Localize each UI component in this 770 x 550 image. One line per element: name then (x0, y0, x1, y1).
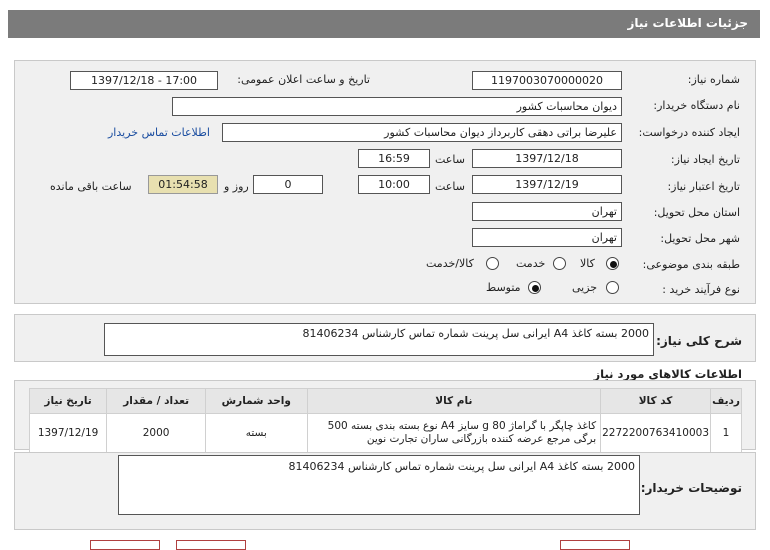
col-date-header: تاریخ نیاز (28, 388, 108, 414)
summary-field[interactable]: 2000 بسته کاغذ A4 ایرانی سل پرینت شماره … (104, 323, 654, 356)
city-label: شهر محل تحویل: (660, 232, 740, 245)
validity-days-field[interactable]: 0 (253, 175, 323, 194)
col-code-header: کد کالا (600, 388, 712, 414)
need-number-label: شماره نیاز: (687, 73, 740, 86)
validity-date-field[interactable]: 1397/12/19 (472, 175, 622, 194)
category-label: طبقه بندی موضوعی: (642, 258, 740, 271)
category-goods-label: کالا (580, 257, 595, 270)
purchase-type-label: نوع فرآیند خرید : (662, 283, 740, 296)
buyer-org-field[interactable]: دیوان محاسبات کشور (172, 97, 622, 116)
requester-label: ایجاد کننده درخواست: (638, 126, 740, 139)
created-time-field[interactable]: 16:59 (358, 149, 430, 168)
province-field[interactable]: تهران (472, 202, 622, 221)
category-goods-service-radio[interactable] (486, 257, 499, 270)
cell-unit: بسته (205, 413, 308, 453)
items-header-row: ردیف کد کالا نام کالا واحد شمارش تعداد /… (28, 388, 742, 414)
col-name-header: نام کالا (306, 388, 602, 414)
action-button[interactable] (176, 540, 246, 550)
created-date-field[interactable]: 1397/12/18 (472, 149, 622, 168)
validity-time-label: ساعت (435, 180, 465, 193)
page-title: جزئیات اطلاعات نیاز (8, 10, 760, 38)
remaining-time-label: ساعت باقی مانده (50, 180, 132, 193)
category-goods-radio[interactable] (606, 257, 619, 270)
category-service-label: خدمت (516, 257, 546, 270)
buyer-notes-field[interactable]: 2000 بسته کاغذ A4 ایرانی سل پرینت شماره … (118, 455, 640, 515)
city-field[interactable]: تهران (472, 228, 622, 247)
table-row: 1 2272200763410003 کاغذ چاپگر با گراماژ … (28, 413, 742, 453)
purchase-medium-radio[interactable] (528, 281, 541, 294)
days-label: روز و (224, 180, 249, 193)
category-service-radio[interactable] (553, 257, 566, 270)
purchase-minor-radio[interactable] (606, 281, 619, 294)
items-table: ردیف کد کالا نام کالا واحد شمارش تعداد /… (28, 388, 742, 453)
cell-date: 1397/12/19 (28, 413, 108, 453)
items-heading: اطلاعات کالاهای مورد نیاز (593, 367, 742, 381)
summary-label: شرح کلی نیاز: (656, 334, 742, 348)
announce-datetime-label: تاریخ و ساعت اعلان عمومی: (237, 73, 370, 86)
buyer-org-label: نام دستگاه خریدار: (653, 99, 740, 112)
title-bar: جزئیات اطلاعات نیاز (0, 0, 770, 40)
category-goods-service-label: کالا/خدمت (426, 257, 474, 270)
announce-datetime-field[interactable]: 1397/12/18 - 17:00 (70, 71, 218, 90)
cell-qty: 2000 (106, 413, 207, 453)
purchase-medium-label: متوسط (486, 281, 521, 294)
buyer-contact-link[interactable]: اطلاعات تماس خریدار (108, 126, 210, 139)
remaining-time-field: 01:54:58 (148, 175, 218, 194)
requester-field[interactable]: علیرضا براتی دهقی کاربرداز دیوان محاسبات… (222, 123, 622, 142)
col-unit-header: واحد شمارش (205, 388, 308, 414)
return-button[interactable] (90, 540, 160, 550)
cell-code: 2272200763410003 (600, 413, 712, 453)
validity-time-field[interactable]: 10:00 (358, 175, 430, 194)
need-number-field[interactable]: 1197003070000020 (472, 71, 622, 90)
buyer-notes-label: توضیحات خریدار: (640, 481, 742, 495)
col-row-header: ردیف (710, 388, 742, 414)
province-label: استان محل تحویل: (653, 206, 740, 219)
created-time-label: ساعت (435, 153, 465, 166)
cell-name: کاغذ چاپگر با گراماژ g 80 سایز A4 نوع بس… (306, 413, 602, 453)
col-qty-header: تعداد / مقدار (106, 388, 207, 414)
print-button[interactable] (560, 540, 630, 550)
purchase-minor-label: جزیی (572, 281, 598, 294)
cell-row: 1 (710, 413, 742, 453)
created-date-label: تاریخ ایجاد نیاز: (670, 153, 740, 166)
validity-date-label: تاریخ اعتبار نیاز: (667, 180, 740, 193)
